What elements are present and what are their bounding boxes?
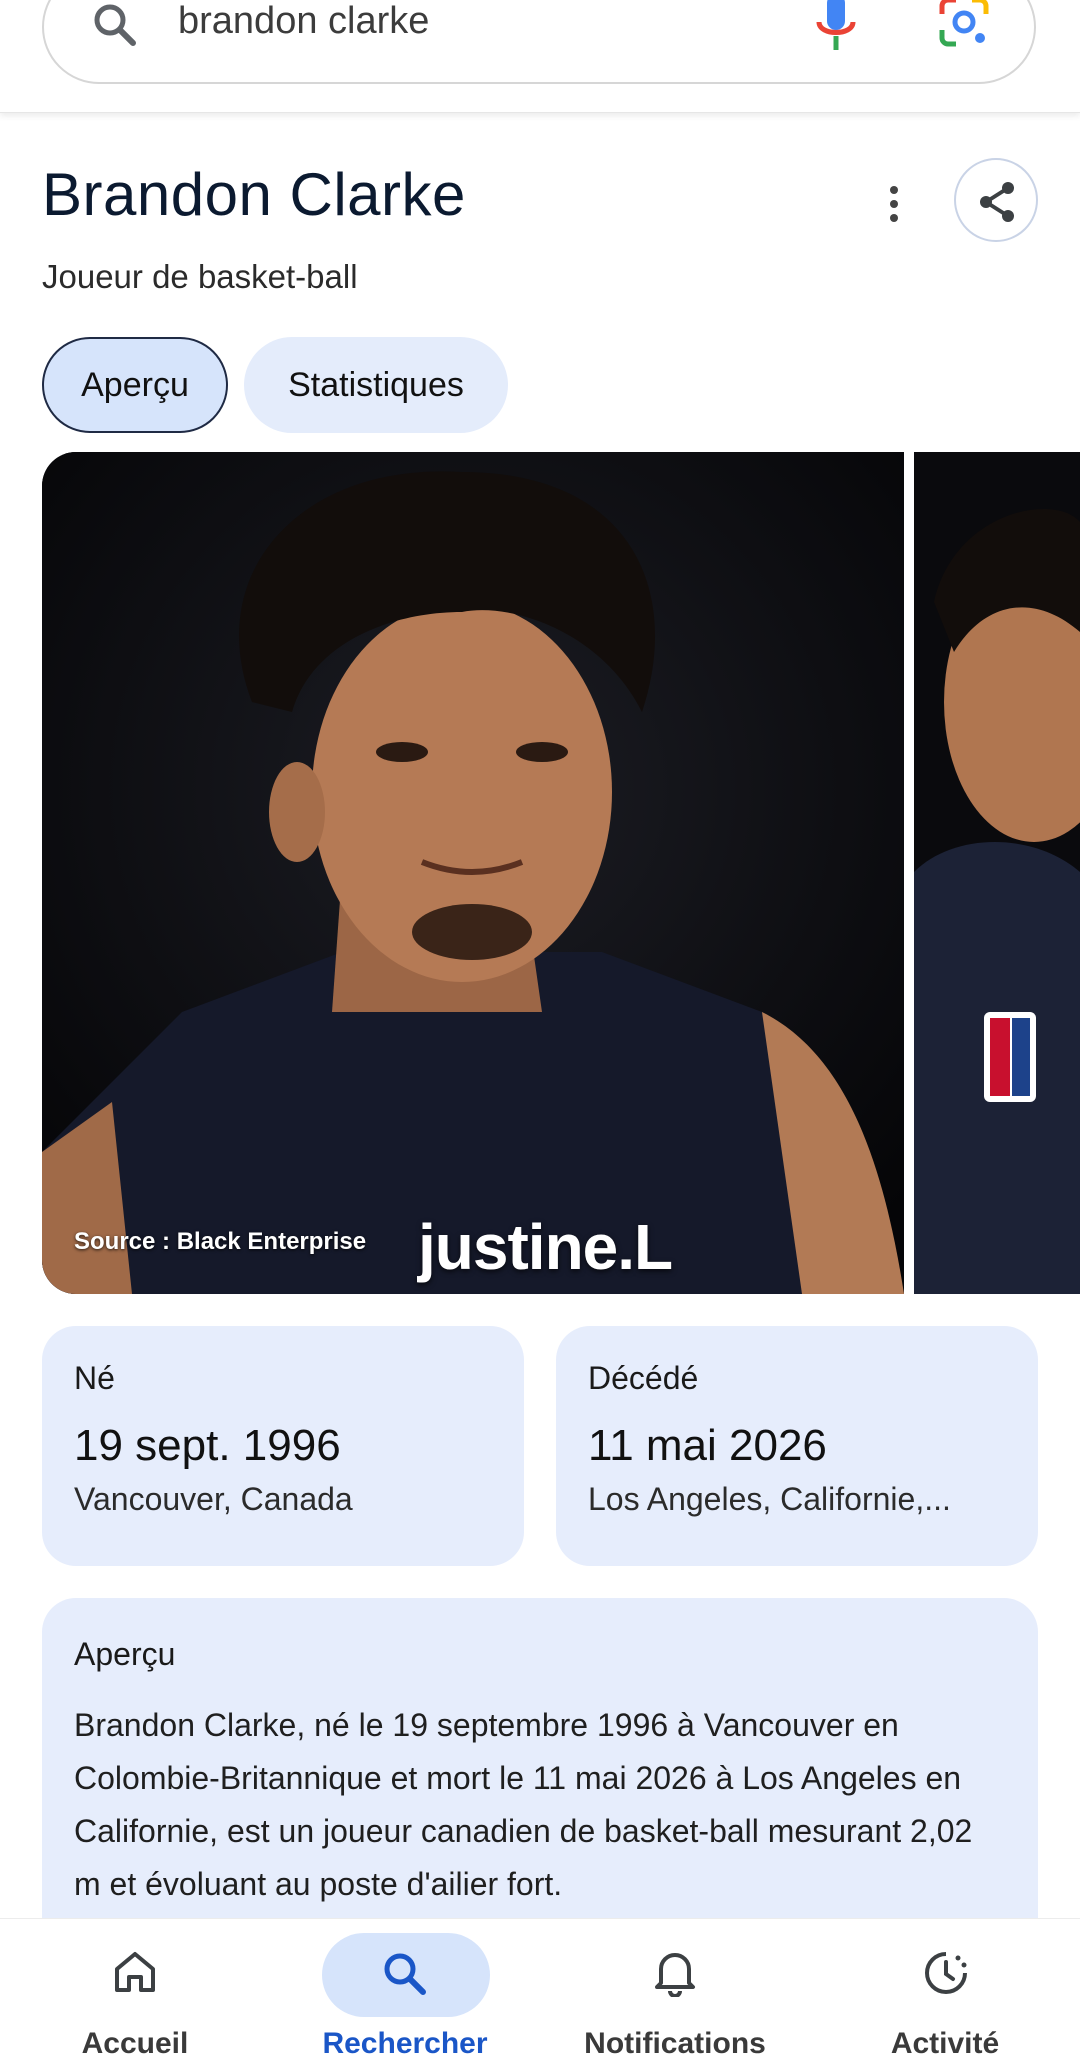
more-options-icon[interactable]	[872, 182, 916, 226]
player-photo-second-illustration	[914, 452, 1080, 1294]
nav-notifications-label: Notifications	[584, 2027, 766, 2060]
born-place: Vancouver, Canada	[74, 1481, 353, 1517]
died-label: Décédé	[588, 1360, 699, 1396]
nav-activity[interactable]: Activité	[810, 1919, 1080, 2060]
entity-title: Brandon Clarke	[42, 161, 466, 228]
search-input[interactable]: brandon clarke	[178, 0, 429, 46]
nav-activity-label: Activité	[890, 2027, 1000, 2060]
entity-subtitle: Joueur de basket-ball	[42, 258, 358, 295]
nav-search-label: Rechercher	[322, 2027, 488, 2060]
overview-text: Brandon Clarke, né le 19 septembre 1996 …	[74, 1707, 973, 1902]
died-place: Los Angeles, Californie,...	[588, 1481, 951, 1517]
google-lens-icon[interactable]	[938, 0, 990, 48]
overview-title: Aperçu	[74, 1636, 176, 1672]
share-icon	[980, 182, 1014, 222]
home-icon	[115, 1952, 155, 1992]
search-bar-container: brandon clarke	[0, 0, 1080, 113]
nav-search[interactable]: Rechercher	[270, 1919, 540, 2060]
activity-icon	[925, 1952, 967, 1994]
tab-overview[interactable]: Aperçu	[42, 337, 228, 433]
player-photo-second[interactable]	[914, 452, 1080, 1294]
died-date: 11 mai 2026	[588, 1421, 827, 1470]
born-card[interactable]: Né 19 sept. 1996 Vancouver, Canada	[42, 1326, 524, 1566]
nav-notifications[interactable]: Notifications	[540, 1919, 810, 2060]
nav-home[interactable]: Accueil	[0, 1919, 270, 2060]
bell-icon	[655, 1953, 695, 1997]
bottom-navigation: Accueil Rechercher Notifications Activit…	[0, 1918, 1080, 2060]
watermark-text: justine.L	[418, 1211, 673, 1283]
tab-statistics[interactable]: Statistiques	[244, 337, 508, 433]
overview-card[interactable]: Aperçu Brandon Clarke, né le 19 septembr…	[42, 1598, 1038, 1958]
player-photo-illustration	[42, 452, 904, 1294]
born-label: Né	[74, 1360, 115, 1396]
nav-home-label: Accueil	[81, 2027, 189, 2060]
died-card[interactable]: Décédé 11 mai 2026 Los Angeles, Californ…	[556, 1326, 1038, 1566]
microphone-icon[interactable]	[814, 0, 858, 54]
photo-source-caption: Source : Black Enterprise	[74, 1228, 367, 1255]
search-icon	[384, 1953, 426, 1995]
search-icon[interactable]	[90, 0, 138, 48]
born-date: 19 sept. 1996	[74, 1421, 341, 1470]
share-button[interactable]	[954, 158, 1038, 242]
player-photo[interactable]: Source : Black Enterprise	[42, 452, 904, 1294]
